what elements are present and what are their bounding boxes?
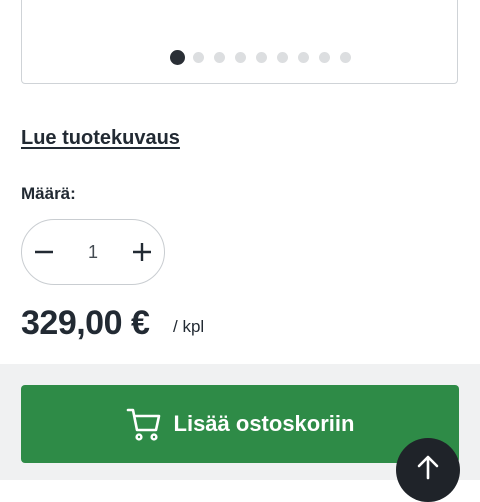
cart-icon — [126, 408, 160, 441]
gallery-dot-2[interactable] — [193, 51, 204, 63]
gallery-dot-1[interactable] — [170, 49, 185, 65]
gallery-pagination — [170, 49, 351, 65]
add-to-cart-label: Lisää ostoskoriin — [173, 411, 355, 436]
gallery-dot-9[interactable] — [340, 51, 351, 63]
gallery-dot-7[interactable] — [298, 51, 309, 63]
add-to-cart-button[interactable]: Lisää ostoskoriin — [21, 385, 459, 463]
gallery-dot-5[interactable] — [256, 51, 267, 63]
gallery-dot-3[interactable] — [214, 51, 225, 63]
quantity-label: Määrä: — [21, 184, 76, 203]
price-unit: / kpl — [173, 317, 205, 336]
gallery-dot-4[interactable] — [235, 51, 246, 63]
minus-icon — [35, 250, 53, 254]
product-price: 329,00 € — [21, 304, 150, 342]
decrease-quantity-button[interactable] — [22, 220, 66, 284]
increase-quantity-button[interactable] — [120, 220, 164, 284]
product-image-gallery[interactable] — [21, 0, 458, 84]
gallery-dot-6[interactable] — [277, 51, 288, 63]
plus-icon — [133, 243, 151, 261]
read-description-link[interactable]: Lue tuotekuvaus — [21, 127, 180, 150]
arrow-up-icon — [417, 455, 439, 480]
gallery-dot-8[interactable] — [319, 51, 330, 63]
quantity-input[interactable]: 1 — [72, 220, 114, 284]
quantity-stepper: 1 — [21, 219, 165, 285]
scroll-to-top-button[interactable] — [396, 438, 460, 502]
